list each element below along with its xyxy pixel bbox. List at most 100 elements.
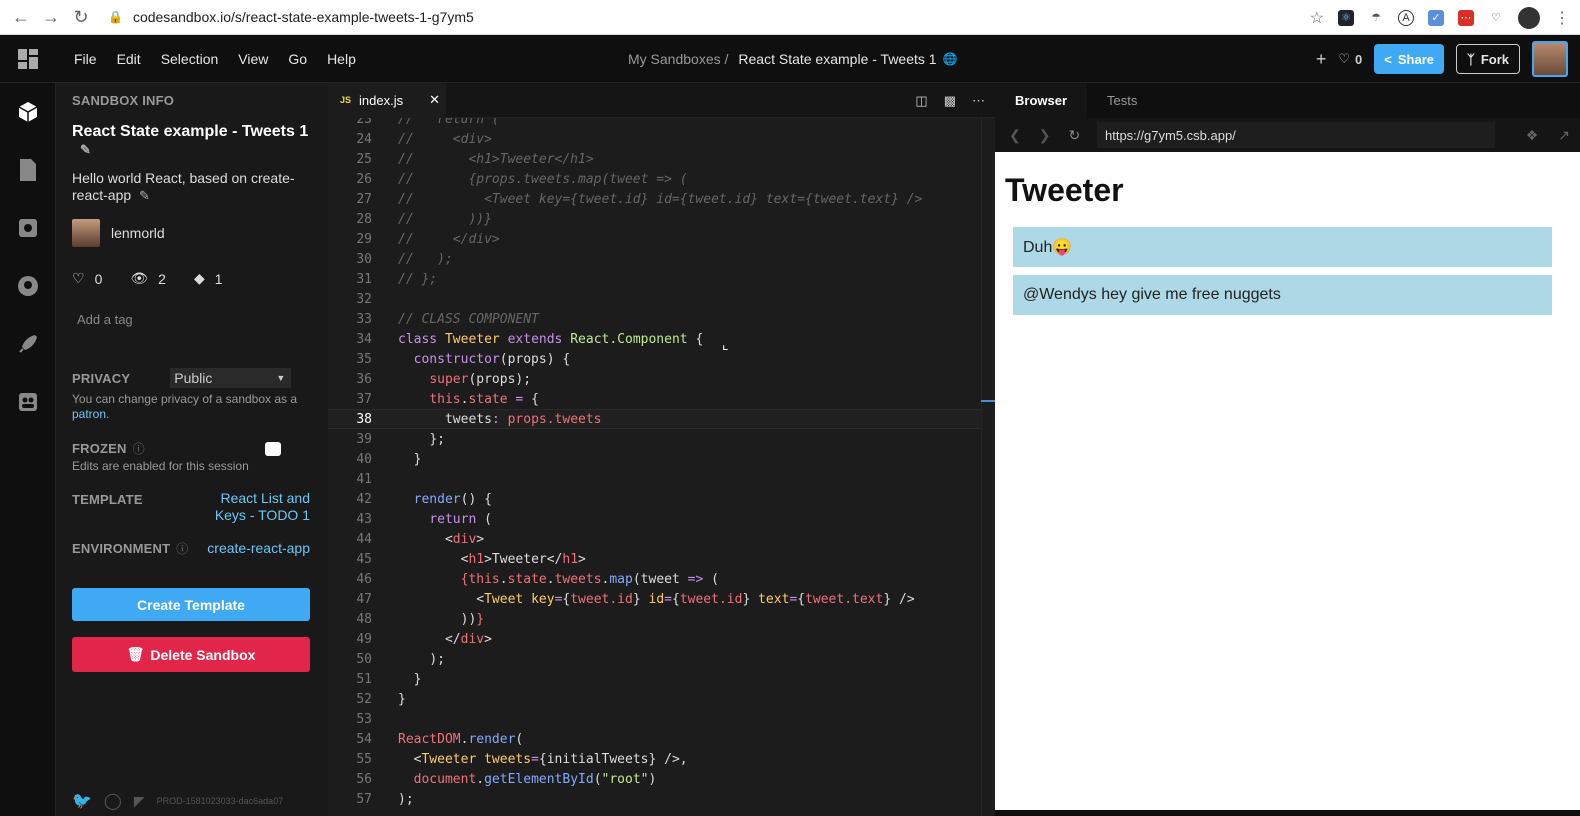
sandbox-title[interactable]: React State example - Tweets 1: [738, 51, 936, 67]
github-icon[interactable]: [0, 257, 56, 315]
help-icon: ⓘ: [132, 442, 145, 456]
extension-a-icon[interactable]: A: [1398, 9, 1414, 26]
likes-stat: ♡ 0: [72, 270, 102, 287]
app-header: File Edit Selection View Go Help My Sand…: [0, 35, 1580, 83]
extension-blue-icon[interactable]: ✓: [1428, 9, 1444, 26]
line-number: 24: [356, 131, 372, 147]
code-text: // </div>: [398, 231, 500, 247]
preview-forward-icon[interactable]: ❯: [1039, 127, 1051, 144]
sandbox-name[interactable]: React State example - Tweets 1 ✎: [72, 123, 322, 159]
spectrum-icon[interactable]: ◤: [134, 793, 145, 810]
code-line: 33 // CLASS COMPONENT: [328, 309, 995, 329]
open-new-window-icon[interactable]: ↗: [1558, 127, 1570, 144]
line-number: 34: [356, 331, 372, 347]
delete-sandbox-label: Delete Sandbox: [150, 646, 256, 663]
forward-icon[interactable]: →: [36, 2, 66, 32]
sandbox-author[interactable]: lenmorld: [72, 219, 165, 247]
sandbox-description[interactable]: Hello world React, based on create-react…: [72, 170, 317, 204]
address-text: codesandbox.io/s/react-state-example-twe…: [132, 9, 474, 25]
twitter-icon[interactable]: 🐦: [72, 791, 92, 811]
pocket-icon[interactable]: ♡: [1488, 9, 1504, 26]
codesandbox-logo-icon[interactable]: [0, 35, 56, 83]
add-tag-input[interactable]: Add a tag: [77, 312, 133, 327]
create-template-button[interactable]: Create Template: [72, 588, 310, 621]
privacy-select[interactable]: Public ▼: [170, 368, 292, 388]
github-icon[interactable]: ◯: [104, 791, 122, 811]
template-label: TEMPLATE: [72, 492, 143, 507]
breadcrumb-my-sandboxes[interactable]: My Sandboxes /: [628, 51, 728, 67]
preview-back-icon[interactable]: ❮: [1009, 127, 1021, 144]
frozen-toggle[interactable]: [265, 442, 281, 456]
edit-description-pencil-icon[interactable]: ✎: [139, 188, 150, 203]
code-text: <Tweet key={tweet.id} id={tweet.id} text…: [476, 591, 915, 607]
template-link[interactable]: React List and Keys - TODO 1: [190, 490, 310, 524]
sandbox-info-cube-icon[interactable]: [0, 83, 56, 141]
extension-red-icon[interactable]: ⋯: [1458, 9, 1474, 26]
sandbox-info-panel: SANDBOX INFO React State example - Tweet…: [56, 83, 328, 816]
edit-name-pencil-icon[interactable]: ✎: [80, 142, 91, 157]
line-number: 57: [356, 791, 372, 807]
privacy-value: Public: [174, 370, 213, 386]
close-tab-icon[interactable]: ✕: [429, 92, 440, 108]
like-button[interactable]: ♡ 0: [1338, 51, 1362, 67]
code-line: 26 // {props.tweets.map(tweet => (: [328, 169, 995, 189]
menu-go[interactable]: Go: [288, 51, 307, 67]
menu-selection[interactable]: Selection: [161, 51, 219, 67]
menu-view[interactable]: View: [238, 51, 268, 67]
sandbox-breadcrumb: My Sandboxes / React State example - Twe…: [628, 35, 958, 83]
views-count: 2: [158, 270, 166, 287]
line-number: 46: [356, 571, 372, 587]
user-avatar[interactable]: [1532, 41, 1568, 77]
tab-tests[interactable]: Tests: [1087, 83, 1157, 118]
line-number: 48: [356, 611, 372, 627]
share-label: Share: [1397, 51, 1435, 67]
fork-button[interactable]: ᛉ Fork: [1456, 44, 1520, 74]
author-avatar: [72, 219, 100, 247]
code-line: 50 );: [328, 649, 995, 669]
delete-sandbox-button[interactable]: 🗑 Delete Sandbox: [72, 637, 310, 672]
menu-dots-icon[interactable]: ⋮: [1554, 8, 1570, 28]
share-button[interactable]: < Share: [1374, 44, 1445, 74]
environment-row: ENVIRONMENT ⓘ create-react-app: [72, 540, 310, 557]
line-number: 56: [356, 771, 372, 787]
editor-scrollbar[interactable]: [981, 118, 995, 816]
code-line: 32: [328, 289, 995, 309]
menu-edit[interactable]: Edit: [117, 51, 141, 67]
deploy-rocket-icon[interactable]: [0, 315, 56, 373]
toggle-console-icon[interactable]: ❖: [1526, 127, 1539, 144]
preview-panel: Browser Tests ❮ ❯ ↻ https://g7ym5.csb.ap…: [995, 83, 1580, 816]
back-icon[interactable]: ←: [6, 2, 36, 32]
frozen-label: FROZEN: [72, 441, 127, 456]
code-text: // ))}: [398, 211, 492, 227]
browser-toolbar: ← → ↻ 🔒 codesandbox.io/s/react-state-exa…: [0, 0, 1580, 35]
open-preview-icon[interactable]: ▩: [944, 93, 956, 109]
code-line: 40 }: [328, 449, 995, 469]
split-editor-icon[interactable]: ◫: [915, 93, 927, 109]
code-text: render() {: [413, 491, 492, 507]
address-bar[interactable]: 🔒 codesandbox.io/s/react-state-example-t…: [108, 9, 474, 25]
privacy-label: PRIVACY: [72, 370, 131, 386]
preview-refresh-icon[interactable]: ↻: [1068, 127, 1080, 144]
sidebar-footer: 🐦 ◯ ◤ PROD-1581023033-dac6ada07: [72, 791, 283, 811]
reload-icon[interactable]: ↻: [66, 2, 96, 32]
explorer-file-icon[interactable]: [0, 141, 56, 199]
bookmark-star-icon[interactable]: ☆: [1310, 8, 1324, 28]
code-line: 56 document.getElementById("root"): [328, 769, 995, 789]
preview-url-input[interactable]: https://g7ym5.csb.app/: [1097, 122, 1495, 148]
code-text: }: [413, 451, 422, 467]
code-area[interactable]: 23 // return ( 24 // <div> 25 // <h1>Tweete…: [328, 118, 995, 816]
environment-link[interactable]: create-react-app: [207, 540, 310, 556]
patron-link[interactable]: patron: [72, 407, 106, 421]
live-collab-icon[interactable]: [0, 373, 56, 431]
menu-help[interactable]: Help: [327, 51, 356, 67]
menu-file[interactable]: File: [74, 51, 97, 67]
more-actions-icon[interactable]: ⋯: [972, 93, 985, 109]
profile-avatar[interactable]: [1518, 6, 1540, 29]
settings-gear-icon[interactable]: [0, 199, 56, 257]
tab-browser[interactable]: Browser: [995, 83, 1088, 118]
extension-icon[interactable]: ☂: [1368, 9, 1384, 26]
new-sandbox-plus-icon[interactable]: +: [1316, 49, 1327, 70]
tab-index-js[interactable]: JS index.js ✕: [328, 82, 446, 118]
react-devtools-icon[interactable]: ⚛: [1338, 9, 1354, 26]
share-icon: <: [1384, 51, 1392, 67]
